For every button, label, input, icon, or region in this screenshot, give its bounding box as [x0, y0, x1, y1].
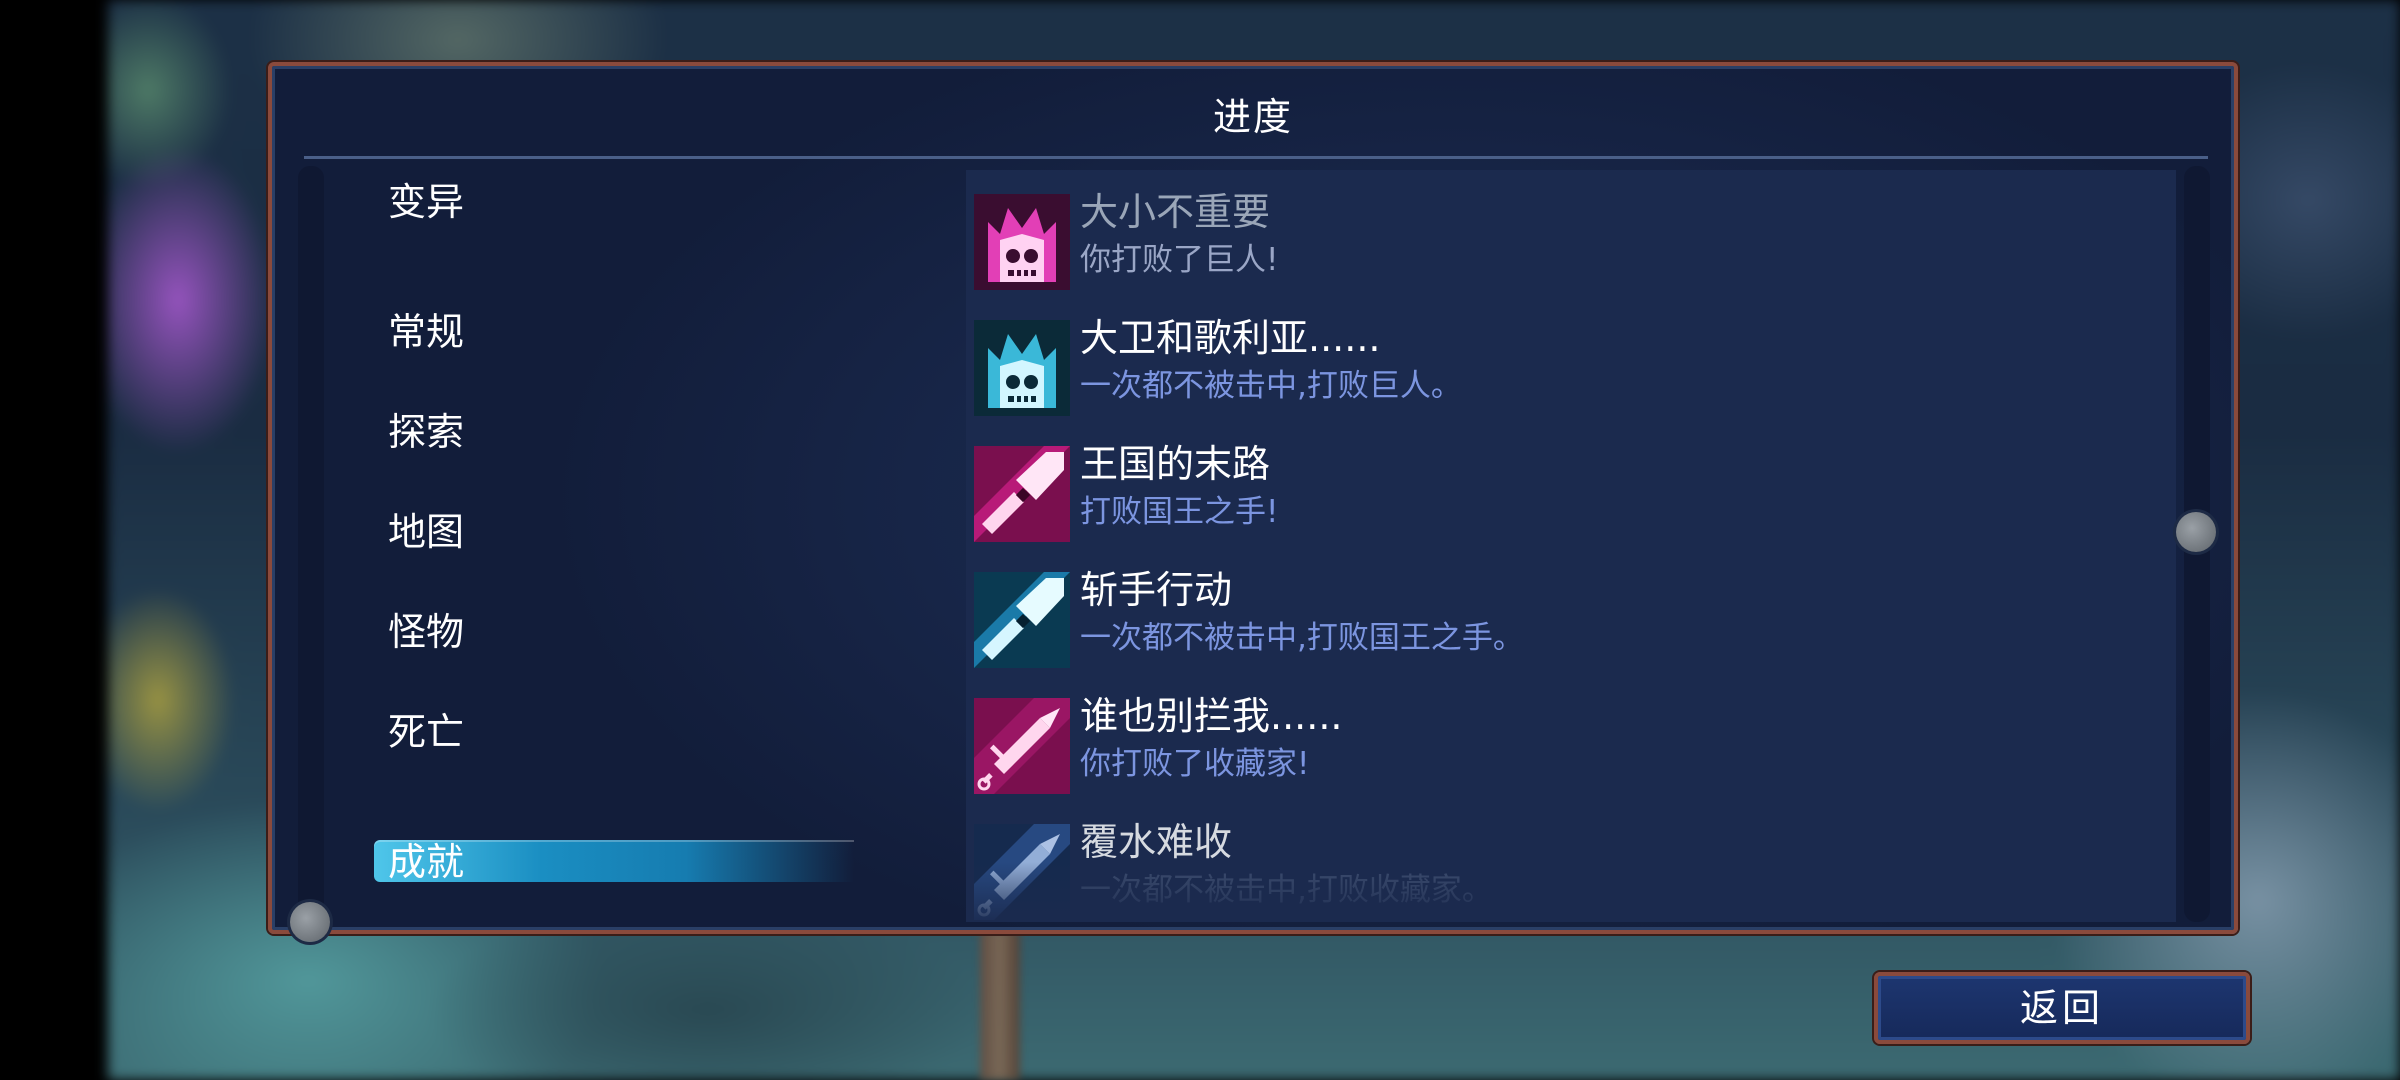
- achievement-title: 谁也别拦我......: [1080, 694, 1343, 738]
- achievement-title: 大卫和歌利亚......: [1080, 316, 1381, 360]
- achievement-description: 你打败了巨人!: [1080, 242, 1279, 278]
- category-scrollbar-thumb[interactable]: [290, 902, 330, 942]
- achievement-title: 覆水难收: [1080, 820, 1233, 864]
- syringe-icon: [974, 824, 1070, 920]
- achievement-description: 打败国王之手!: [1080, 494, 1279, 530]
- category-mutations[interactable]: 变异: [388, 180, 464, 224]
- background-pillar: [980, 930, 1020, 1080]
- achievement-row[interactable]: 斩手行动 一次都不被击中,打败国王之手。: [974, 564, 2164, 680]
- achievement-description: 一次都不被击中,打败巨人。: [1080, 368, 1462, 404]
- achievement-description: 一次都不被击中,打败国王之手。: [1080, 620, 1524, 656]
- achievement-row[interactable]: 覆水难收 一次都不被击中,打败收藏家。: [974, 816, 2164, 922]
- blade-icon: [974, 572, 1070, 668]
- achievement-list[interactable]: 大小不重要 你打败了巨人! 大卫和歌利亚...... 一次都不被击中,打败巨人。…: [966, 170, 2176, 922]
- back-button[interactable]: 返回: [1874, 972, 2250, 1044]
- dialog-title: 进度: [1212, 95, 1293, 139]
- category-deaths[interactable]: 死亡: [388, 710, 464, 754]
- progress-dialog: 进度 变异 常规 探索 地图 怪物 死亡 成就 大小不重要 你打败了巨人! 大卫…: [268, 62, 2238, 942]
- achievement-row[interactable]: 大小不重要 你打败了巨人!: [974, 186, 2164, 302]
- game-screen: 进度 变异 常规 探索 地图 怪物 死亡 成就 大小不重要 你打败了巨人! 大卫…: [0, 0, 2400, 1080]
- list-scrollbar-thumb[interactable]: [2176, 512, 2216, 552]
- achievement-title: 斩手行动: [1080, 568, 1233, 612]
- achievement-row[interactable]: 谁也别拦我...... 你打败了收藏家!: [974, 690, 2164, 806]
- category-achievements[interactable]: 成就: [388, 840, 464, 884]
- skull-crown-icon: [974, 194, 1070, 290]
- blade-icon: [974, 446, 1070, 542]
- achievement-description: 一次都不被击中,打败收藏家。: [1080, 872, 1493, 908]
- syringe-icon: [974, 698, 1070, 794]
- category-exploration[interactable]: 探索: [388, 410, 464, 454]
- achievement-description: 你打败了收藏家!: [1080, 746, 1310, 782]
- achievement-row[interactable]: 大卫和歌利亚...... 一次都不被击中,打败巨人。: [974, 312, 2164, 428]
- category-map[interactable]: 地图: [388, 510, 464, 554]
- achievement-row[interactable]: 王国的末路 打败国王之手!: [974, 438, 2164, 554]
- category-monsters[interactable]: 怪物: [388, 610, 464, 654]
- achievement-title: 大小不重要: [1080, 190, 1271, 234]
- category-scrollbar-track[interactable]: [298, 166, 324, 922]
- skull-crown-icon: [974, 320, 1070, 416]
- category-general[interactable]: 常规: [388, 310, 464, 354]
- title-divider: [304, 156, 2208, 159]
- achievement-title: 王国的末路: [1080, 442, 1271, 486]
